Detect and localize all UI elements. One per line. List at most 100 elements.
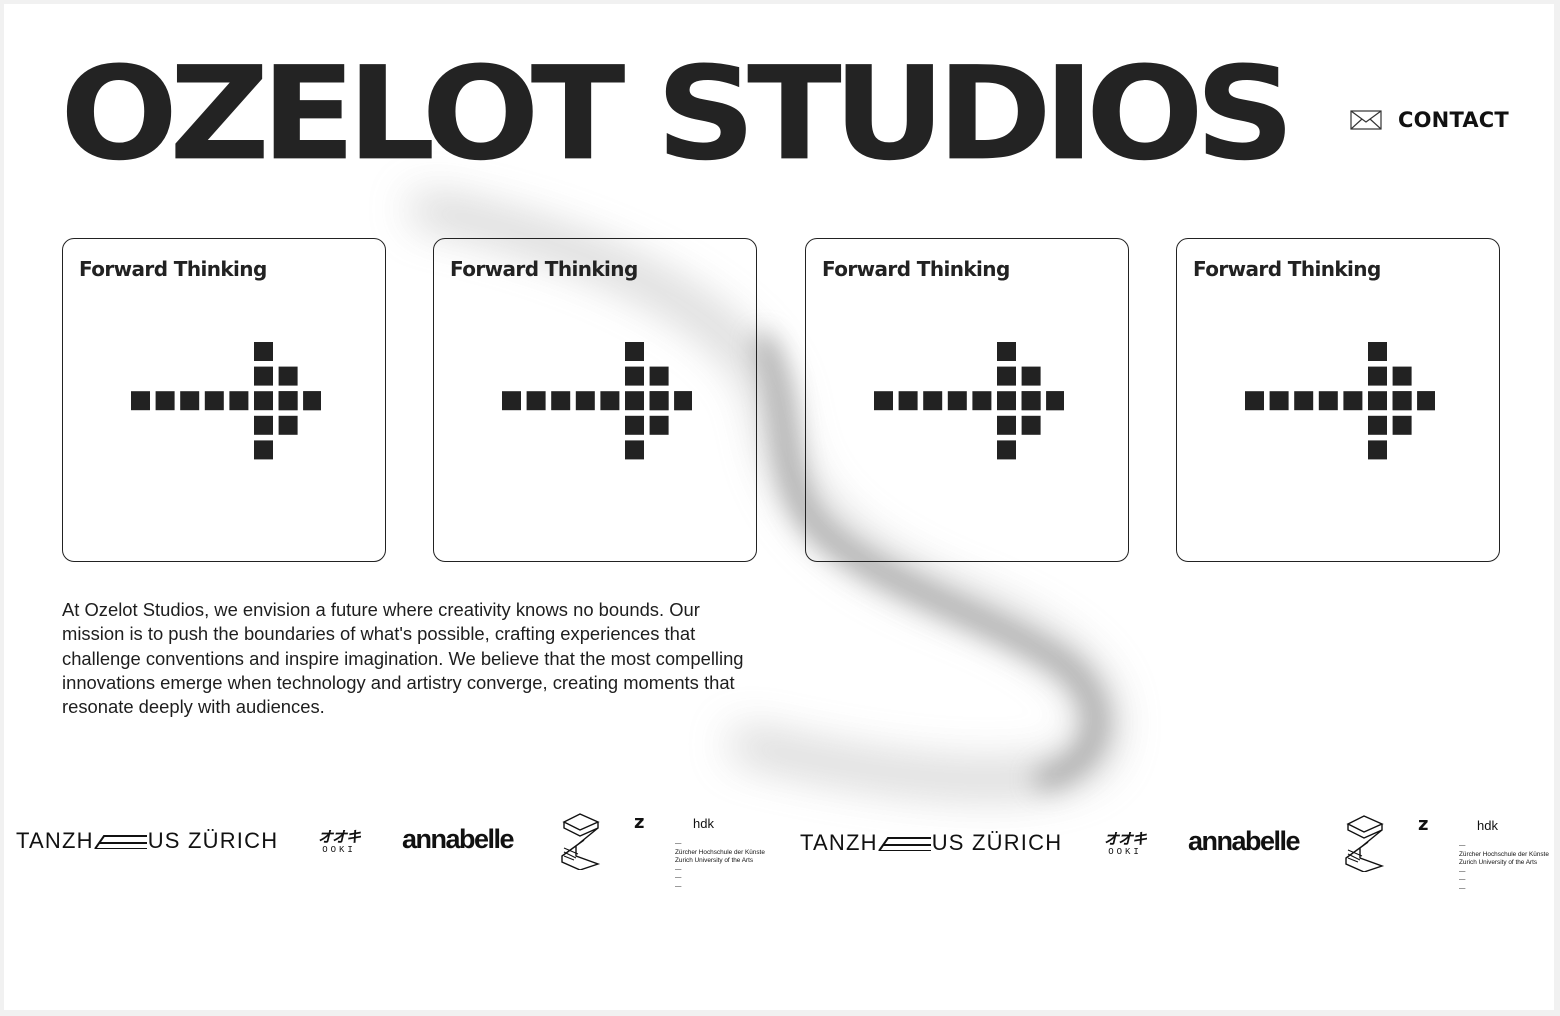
arrow-pixel (1368, 342, 1387, 361)
arrow-pixel (278, 366, 298, 386)
arrow-pixel (1269, 391, 1289, 411)
arrow-pixel (923, 391, 943, 411)
arrow-pixel (1245, 391, 1264, 411)
zhdk-logo-line: Zürcher Hochschule der Künste (675, 848, 765, 856)
brand-title: OZELOT STUDIOS (60, 38, 1295, 190)
arrow-pixel (600, 391, 620, 411)
arrow-pixel (1368, 440, 1387, 460)
pixel-arrow-right-icon (874, 342, 1064, 460)
arrow-pixel (997, 391, 1016, 411)
feature-card[interactable]: Forward Thinking (805, 238, 1129, 562)
tanzhaus-logo-text: TANZH (16, 828, 94, 853)
arrow-pixel (278, 415, 298, 435)
arrow-pixel (551, 391, 571, 411)
tanzhaus-logo-text: TANZH (800, 830, 878, 855)
arrow-pixel (649, 391, 669, 411)
arrow-pixel (254, 415, 273, 435)
tanzhaus-a-mark (877, 837, 931, 851)
arrow-pixel (972, 391, 992, 411)
arrow-pixel (649, 415, 669, 435)
arrow-pixel (997, 440, 1016, 460)
card-title: Forward Thinking (79, 257, 267, 281)
arrow-pixel (1368, 415, 1387, 435)
arrow-pixel (947, 391, 967, 411)
arrow-pixel (997, 342, 1016, 361)
ooki-logo-jp: オオキ (318, 828, 361, 846)
arrow-pixel (1368, 391, 1387, 411)
zhdk-logo: z hdk — Zürcher Hochschule der Künste Zuri… (1418, 814, 1554, 892)
annabelle-logo: annabelle (1188, 826, 1301, 856)
card-title: Forward Thinking (450, 257, 638, 281)
arrow-pixel (1392, 391, 1412, 411)
contact-link[interactable]: CONTACT (1350, 104, 1509, 136)
envelope-icon (1350, 110, 1382, 130)
partner-logos: TANZH US ZÜRICH オオキ OOKI annabelle z hdk … (4, 804, 1554, 892)
annabelle-logo: annabelle (402, 824, 515, 854)
arrow-pixel (254, 342, 273, 361)
zhdk-logo-line: Zurich University of the Arts (675, 857, 754, 864)
arrow-pixel (254, 440, 273, 460)
arrow-pixel (254, 366, 273, 386)
arrow-pixel (625, 342, 644, 361)
tanzhaus-logo: TANZH US ZÜRICH (800, 830, 1062, 856)
pixel-arrow-right-icon (1245, 342, 1435, 460)
zhdk-logo-subtitle: — Zürcher Hochschule der Künste Zurich Uni… (675, 840, 765, 890)
z-cube-logo (1345, 815, 1385, 872)
tanzhaus-a-mark (93, 835, 147, 849)
contact-label: CONTACT (1398, 108, 1509, 132)
page: OZELOT STUDIOS CONTACT Forward Thinking … (4, 4, 1554, 1010)
arrow-pixel (1294, 391, 1314, 411)
arrow-pixel (1343, 391, 1363, 411)
arrow-pixel (625, 391, 644, 411)
feature-card[interactable]: Forward Thinking (62, 238, 386, 562)
arrow-pixel (1417, 391, 1435, 411)
tanzhaus-logo-text: US ZÜRICH (147, 828, 279, 853)
pixel-arrow-right-icon (131, 342, 321, 460)
arrow-pixel (898, 391, 918, 411)
arrow-pixel (1368, 366, 1387, 386)
feature-cards: Forward Thinking Forward Thinking Forwar… (62, 238, 1503, 565)
arrow-pixel (575, 391, 595, 411)
card-title: Forward Thinking (822, 257, 1010, 281)
pixel-arrow-right-icon (502, 342, 692, 460)
ooki-logo: オオキ OOKI (1104, 830, 1147, 858)
arrow-pixel (625, 440, 644, 460)
zhdk-logo: z hdk — Zürcher Hochschule der Künste Zuri… (634, 812, 774, 890)
zhdk-logo-hdk: hdk (693, 816, 714, 831)
zhdk-logo-subtitle: — Zürcher Hochschule der Künste Zurich Uni… (1459, 842, 1549, 892)
arrow-pixel (1021, 415, 1041, 435)
feature-card[interactable]: Forward Thinking (1176, 238, 1500, 562)
zhdk-logo-line: Zurich University of the Arts (1459, 859, 1538, 866)
ooki-logo-en: OOKI (322, 845, 356, 855)
zhdk-logo-hdk: hdk (1477, 818, 1498, 833)
ooki-logo-en: OOKI (1108, 847, 1142, 857)
arrow-pixel (874, 391, 893, 411)
arrow-pixel (180, 391, 200, 411)
arrow-pixel (649, 366, 669, 386)
arrow-pixel (1318, 391, 1338, 411)
arrow-pixel (674, 391, 692, 411)
arrow-pixel (502, 391, 521, 411)
card-title: Forward Thinking (1193, 257, 1381, 281)
arrow-pixel (155, 391, 175, 411)
arrow-pixel (625, 366, 644, 386)
arrow-pixel (1392, 366, 1412, 386)
arrow-pixel (1392, 415, 1412, 435)
zhdk-logo-z: z (634, 812, 645, 833)
ooki-logo-jp: オオキ (1104, 830, 1147, 848)
arrow-pixel (997, 415, 1016, 435)
zhdk-logo-line: Zürcher Hochschule der Künste (1459, 850, 1549, 858)
tanzhaus-logo-text: US ZÜRICH (931, 830, 1063, 855)
arrow-pixel (997, 366, 1016, 386)
arrow-pixel (1046, 391, 1064, 411)
arrow-pixel (204, 391, 224, 411)
tanzhaus-logo: TANZH US ZÜRICH (16, 828, 278, 854)
arrow-pixel (229, 391, 249, 411)
arrow-pixel (1021, 391, 1041, 411)
feature-card[interactable]: Forward Thinking (433, 238, 757, 562)
arrow-pixel (526, 391, 546, 411)
arrow-pixel (625, 415, 644, 435)
arrow-pixel (1021, 366, 1041, 386)
z-cube-logo (561, 813, 601, 870)
arrow-pixel (303, 391, 321, 411)
